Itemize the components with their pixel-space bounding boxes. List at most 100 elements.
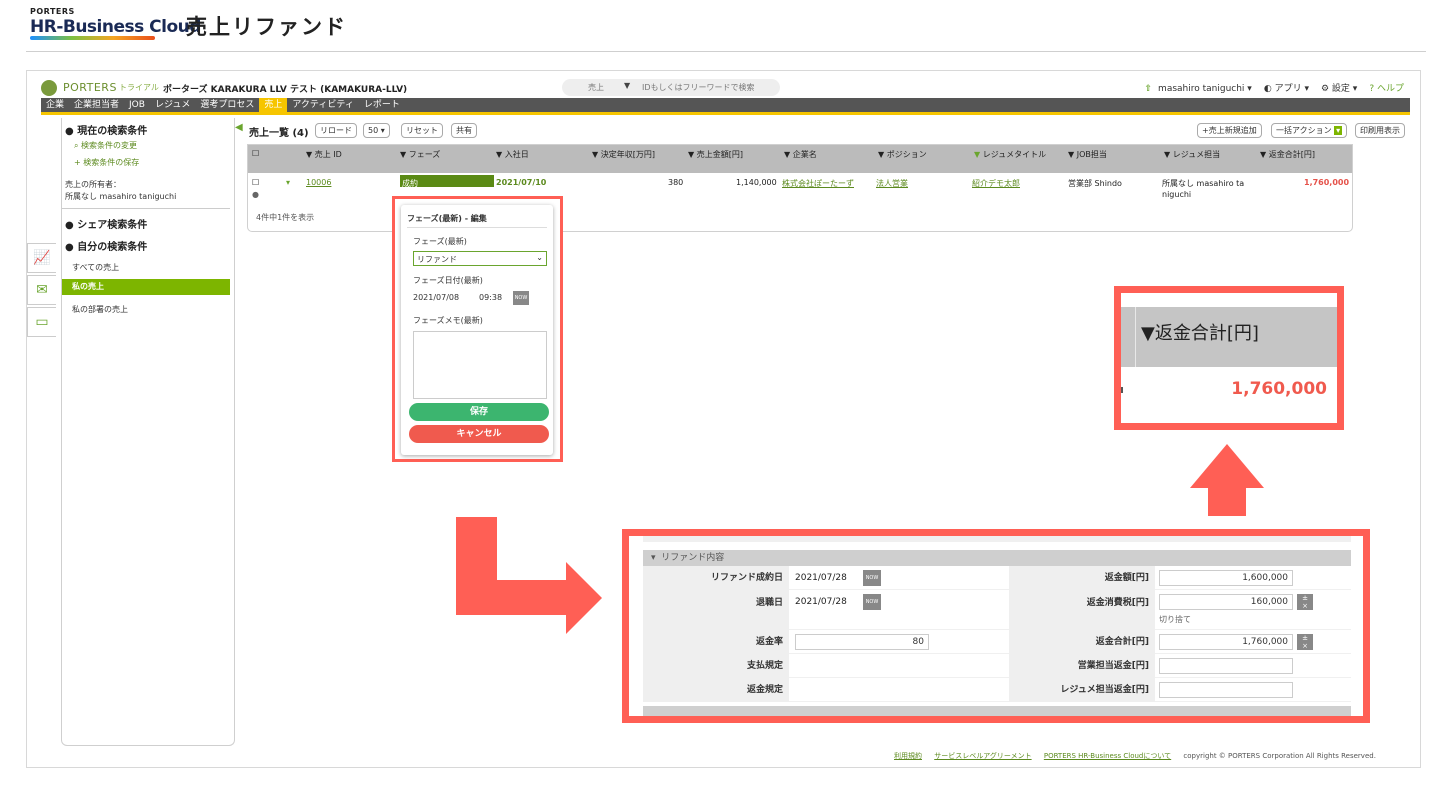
resume-owner-line2: niguchi	[1162, 190, 1192, 199]
col-company[interactable]: ▼ 企業名	[784, 149, 817, 160]
select-all-checkbox[interactable]: ☐	[252, 149, 259, 158]
nav-report[interactable]: レポート	[359, 98, 405, 112]
company-name: ポーターズ KARAKURA LLV テスト (KAMAKURA-LLV)	[163, 85, 408, 95]
retire-date-value[interactable]: 2021/07/28	[795, 597, 847, 607]
col-position[interactable]: ▼ ポジション	[878, 149, 927, 160]
sidebar-item-dept-sales[interactable]: 私の部署の売上	[72, 304, 128, 315]
calculator-icon[interactable]: ± ×	[1297, 594, 1313, 610]
print-button[interactable]: 印刷用表示	[1355, 123, 1405, 138]
phase-date-input[interactable]: 2021/07/08	[413, 291, 459, 305]
col-phase[interactable]: ▼ フェーズ	[400, 149, 440, 160]
arrow-up-stem	[1208, 486, 1246, 516]
per-page-select[interactable]: 50 ▾	[363, 123, 390, 138]
shared-conditions-heading[interactable]: ● シェア検索条件	[65, 216, 147, 231]
search-input[interactable]: IDもしくはフリーワードで検索	[642, 82, 755, 93]
current-conditions-heading[interactable]: ● 現在の検索条件	[65, 122, 147, 137]
resume-refund-input[interactable]	[1159, 682, 1293, 698]
help-icon[interactable]: ?	[1369, 84, 1374, 94]
porters-brand-icon	[41, 80, 57, 96]
refund-total-input[interactable]: 1,760,000	[1159, 634, 1293, 650]
nav-sales[interactable]: 売上	[259, 98, 288, 112]
terms-link[interactable]: 利用規約	[894, 752, 922, 760]
reload-button[interactable]: リロード	[315, 123, 357, 138]
col-join-date[interactable]: ▼ 入社日	[496, 149, 529, 160]
resume-title-link[interactable]: 紹介デモ太郎	[972, 178, 1020, 189]
col-sales-amount[interactable]: ▼ 売上金額[円]	[688, 149, 743, 160]
phase-time-input[interactable]: 09:38	[479, 291, 502, 305]
refund-tax-input[interactable]: 160,000	[1159, 594, 1293, 610]
nav-process[interactable]: 選考プロセス	[195, 98, 259, 112]
my-conditions-heading[interactable]: ● 自分の検索条件	[65, 238, 147, 253]
left-icon-rail: 📈 ✉ ▭	[27, 243, 57, 339]
doc-header: PORTERS HR-Business Cloud 売上リファンド	[0, 0, 1446, 52]
search-scope[interactable]: 売上	[588, 82, 604, 93]
change-conditions-link[interactable]: ⌕ 検索条件の変更	[74, 140, 137, 151]
footer: 利用規約 サービスレベルアグリーメント PORTERS HR-Business …	[894, 751, 1376, 761]
nav-resume[interactable]: レジュメ	[150, 98, 195, 112]
sales-refund-input[interactable]	[1159, 658, 1293, 674]
refund-rule-label: 返金規定	[643, 678, 789, 702]
chevron-down-icon[interactable]: ▼	[624, 81, 630, 90]
col-resume-owner[interactable]: ▼ レジュメ担当	[1164, 149, 1220, 160]
global-search[interactable]: 売上 ▼ IDもしくはフリーワードで検索	[562, 79, 780, 96]
col-job-owner[interactable]: ▼ JOB担当	[1068, 149, 1107, 160]
collapse-sidebar-icon[interactable]: ◀	[235, 122, 243, 133]
dropdown-icon[interactable]: ▾	[1334, 126, 1343, 135]
resume-owner-line1: 所属なし masahiro ta	[1162, 179, 1245, 188]
join-date: 2021/07/10	[496, 178, 547, 187]
nav-company[interactable]: 企業	[41, 98, 69, 112]
company-link[interactable]: 株式会社ぽーたーず	[782, 178, 854, 189]
col-sales-id[interactable]: ▼ 売上 ID	[306, 149, 342, 160]
col-resume-title[interactable]: ▼ レジュメタイトル	[974, 149, 1046, 160]
refund-date-value[interactable]: 2021/07/28	[795, 573, 847, 583]
help-link[interactable]: ヘルプ	[1377, 84, 1404, 94]
user-menu-area: ⇧ masahiro taniguchi ▾ ◐ アプリ ▾ ⚙ 設定 ▾? ヘルプ	[1144, 84, 1405, 94]
sla-link[interactable]: サービスレベルアグリーメント	[934, 752, 1031, 760]
settings-menu[interactable]: 設定	[1332, 84, 1350, 94]
refund-amount-input[interactable]: 1,600,000	[1159, 570, 1293, 586]
sidebar-item-my-sales[interactable]: 私の売上	[62, 279, 230, 295]
nav-job[interactable]: JOB	[124, 98, 150, 112]
refund-date-now-button[interactable]: NOW	[863, 570, 881, 586]
apps-menu[interactable]: アプリ	[1275, 84, 1302, 94]
gear-icon[interactable]: ⚙	[1321, 84, 1329, 94]
refund-rate-input[interactable]: 80	[795, 634, 929, 650]
share-button[interactable]: 共有	[451, 123, 477, 138]
calendar-icon[interactable]: ▭	[27, 307, 56, 337]
now-button[interactable]: NOW	[513, 291, 529, 305]
position-link[interactable]: 法人営業	[876, 178, 908, 189]
phase-select[interactable]: リファンド ⌄	[413, 251, 547, 266]
refund-row-4: 支払規定 営業担当返金[円]	[643, 654, 1351, 678]
about-link[interactable]: PORTERS HR-Business Cloudについて	[1044, 752, 1171, 760]
save-button[interactable]: 保存	[409, 403, 549, 421]
mail-icon[interactable]: ✉	[27, 275, 56, 305]
user-name[interactable]: masahiro taniguchi	[1158, 84, 1244, 94]
phase-memo-textarea[interactable]	[413, 331, 547, 399]
bulk-action-button[interactable]: 一括アクション ▾	[1271, 123, 1348, 138]
retire-date-now-button[interactable]: NOW	[863, 594, 881, 610]
col-refund-total[interactable]: ▼ 返金合計[円]	[1260, 149, 1315, 160]
cancel-button[interactable]: キャンセル	[409, 425, 549, 443]
refund-section-header[interactable]: ▾ リファンド内容	[643, 550, 1351, 566]
col-annual-income[interactable]: ▼ 決定年収[万円]	[592, 149, 655, 160]
phase-edit-highlight: フェーズ(最新) - 編集 フェーズ(最新) リファンド ⌄ フェーズ日付(最新)…	[392, 196, 563, 462]
reset-button[interactable]: リセット	[401, 123, 443, 138]
calculator-icon[interactable]: ± ×	[1297, 634, 1313, 650]
phase-value[interactable]: 成約	[402, 178, 418, 189]
trial-label: トライアル	[119, 83, 159, 92]
sidebar-item-all-sales[interactable]: すべての売上	[72, 262, 119, 273]
next-section-header	[643, 706, 1351, 716]
search-sidebar: ● 現在の検索条件 ⌕ 検索条件の変更 + 検索条件の保存 売上の所有者： 所属…	[61, 118, 235, 746]
nav-activity[interactable]: アクティビティ	[287, 98, 358, 112]
apps-icon[interactable]: ◐	[1264, 84, 1272, 94]
save-conditions-link[interactable]: + 検索条件の保存	[74, 157, 139, 168]
owner-label: 売上の所有者：	[65, 180, 121, 189]
row-checkbox[interactable]: ☐	[252, 178, 259, 187]
upload-icon[interactable]: ⇧	[1145, 84, 1153, 94]
chart-icon[interactable]: 📈	[27, 243, 56, 273]
new-sales-button[interactable]: +売上新規追加	[1197, 123, 1262, 138]
nav-contact[interactable]: 企業担当者	[69, 98, 124, 112]
row-options-icon[interactable]: ●	[252, 190, 259, 199]
sales-id-link[interactable]: 10006	[306, 178, 331, 187]
row-expand-icon[interactable]: ▾	[286, 178, 290, 187]
